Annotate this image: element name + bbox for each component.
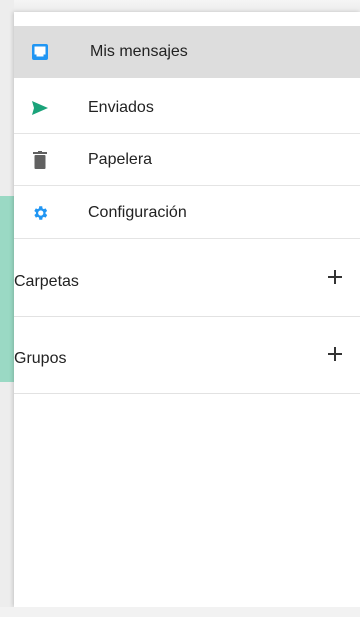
plus-icon (328, 347, 342, 361)
background-teal-accent (0, 196, 14, 382)
section-title: Grupos (14, 350, 67, 367)
nav-item-label: Papelera (88, 150, 153, 168)
nav-item-label: Enviados (88, 98, 154, 116)
add-folder-button[interactable] (326, 268, 344, 286)
bottom-edge (0, 607, 360, 617)
plus-icon (328, 270, 342, 284)
section-title: Carpetas (14, 273, 79, 290)
top-edge (0, 0, 360, 12)
nav-item-configuracion[interactable]: Configuración (14, 187, 360, 239)
trash-icon (30, 150, 50, 170)
add-group-button[interactable] (326, 345, 344, 363)
gear-icon (30, 203, 50, 223)
nav-item-papelera[interactable]: Papelera (14, 134, 360, 186)
nav-item-enviados[interactable]: Enviados (14, 82, 360, 134)
nav-item-mis-mensajes[interactable]: Mis mensajes (14, 26, 360, 78)
section-carpetas: Carpetas (14, 241, 360, 317)
inbox-icon (30, 42, 50, 62)
section-grupos: Grupos (14, 318, 360, 394)
navigation-drawer: Mis mensajes Enviados Papelera Configura… (14, 12, 360, 607)
nav-item-label: Configuración (88, 203, 187, 221)
nav-item-label: Mis mensajes (90, 43, 188, 60)
send-icon (30, 98, 50, 118)
